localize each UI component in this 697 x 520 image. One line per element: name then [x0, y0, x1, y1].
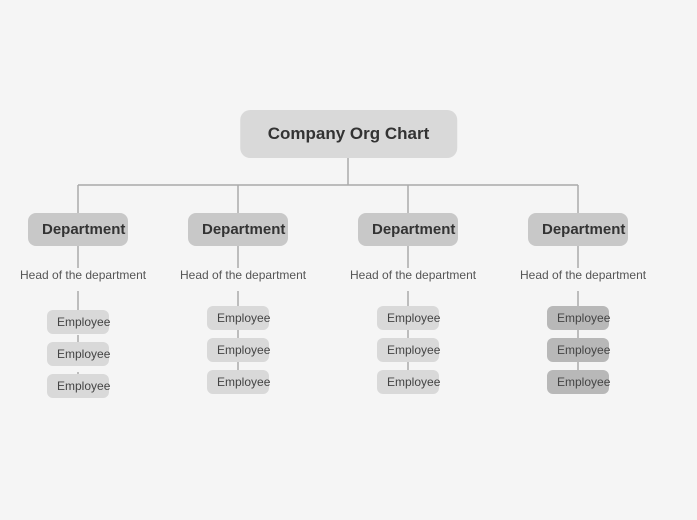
- dept3-head: Head of the department: [350, 268, 476, 282]
- root-node: Company Org Chart: [240, 110, 458, 158]
- dept4-emp1: Employee: [547, 306, 609, 330]
- dept2-emp2: Employee: [207, 338, 269, 362]
- dept4-head: Head of the department: [520, 268, 646, 282]
- dept1-emp1: Employee: [47, 310, 109, 334]
- dept4-emp3: Employee: [547, 370, 609, 394]
- chart-container: Company Org Chart Department Head of the…: [0, 0, 697, 520]
- dept2-emp3: Employee: [207, 370, 269, 394]
- dept4-emp2: Employee: [547, 338, 609, 362]
- connector-lines: [0, 0, 697, 520]
- dept3-box: Department: [358, 213, 458, 246]
- dept1-box: Department: [28, 213, 128, 246]
- dept2-box: Department: [188, 213, 288, 246]
- dept2-emp1: Employee: [207, 306, 269, 330]
- dept3-emp2: Employee: [377, 338, 439, 362]
- dept4-box: Department: [528, 213, 628, 246]
- dept3-emp3: Employee: [377, 370, 439, 394]
- dept2-head: Head of the department: [180, 268, 306, 282]
- dept1-emp2: Employee: [47, 342, 109, 366]
- dept1-emp3: Employee: [47, 374, 109, 398]
- dept1-head: Head of the department: [20, 268, 146, 282]
- dept3-emp1: Employee: [377, 306, 439, 330]
